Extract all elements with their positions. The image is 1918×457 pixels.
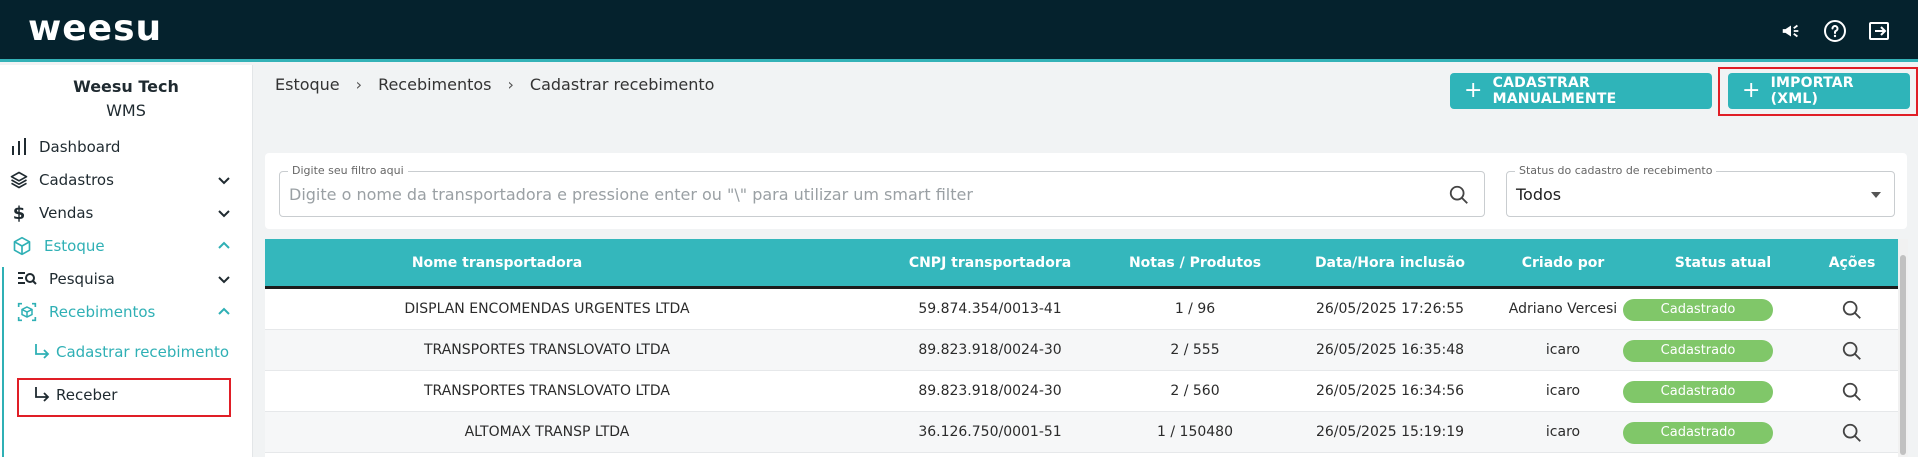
box-icon: [12, 236, 32, 256]
chevron-down-icon[interactable]: [217, 206, 231, 220]
table-scrollbar[interactable]: [1898, 239, 1908, 457]
search-icon[interactable]: [1841, 422, 1863, 444]
scrollbar-thumb[interactable]: [1900, 255, 1906, 455]
table-row[interactable]: DISPLAN ENCOMENDAS URGENTES LTDA 59.874.…: [265, 289, 1902, 330]
recebimentos-table: Nome transportadora CNPJ transportadora …: [265, 239, 1902, 457]
status-badge: Cadastrado: [1623, 299, 1773, 321]
logout-icon[interactable]: [1866, 18, 1892, 44]
search-list-icon: [17, 269, 37, 289]
layers-icon: [9, 170, 29, 190]
cell-nome: TRANSPORTES TRANSLOVATO LTDA: [423, 342, 670, 358]
cell-cnpj: 89.823.918/0024-30: [918, 342, 1062, 358]
breadcrumb-item-estoque[interactable]: Estoque: [275, 75, 340, 94]
search-placeholder: Digite o nome da transportadora e pressi…: [289, 185, 973, 204]
caret-down-icon: [1871, 192, 1881, 198]
search-input[interactable]: Digite seu filtro aqui Digite o nome da …: [279, 164, 1485, 217]
status-select-label: Status do cadastro de recebimento: [1515, 164, 1717, 177]
sidebar-item-cadastrar-recebimento[interactable]: Cadastrar recebimento: [0, 332, 253, 372]
cell-cnpj: 59.874.354/0013-41: [918, 301, 1062, 317]
cell-cnpj: 36.126.750/0001-51: [918, 424, 1062, 440]
column-header[interactable]: Nome transportadora: [363, 255, 631, 271]
column-header: Ações: [1828, 255, 1876, 271]
sidebar-item-label: Pesquisa: [49, 270, 115, 288]
plus-icon: +: [1464, 78, 1483, 103]
dollar-icon: $: [12, 202, 26, 224]
megaphone-icon[interactable]: [1778, 18, 1804, 44]
cell-cnpj: 89.823.918/0024-30: [918, 383, 1062, 399]
top-bar: weesu: [0, 0, 1918, 62]
highlight-importar-xml: [1718, 67, 1918, 116]
button-label: CADASTRAR MANUALMENTE: [1492, 75, 1617, 107]
company-info: Weesu Tech WMS: [0, 65, 252, 123]
search-icon[interactable]: [1841, 299, 1863, 321]
arrow-turn-icon: [32, 342, 52, 362]
chevron-up-icon[interactable]: [217, 239, 231, 253]
breadcrumb-item-recebimentos[interactable]: Recebimentos: [378, 75, 491, 94]
receive-box-icon: [17, 302, 37, 322]
search-input-label: Digite seu filtro aqui: [288, 164, 408, 177]
cell-nome: ALTOMAX TRANSP LTDA: [464, 424, 630, 440]
sidebar-item-label: Dashboard: [39, 138, 121, 156]
table-header: Nome transportadora CNPJ transportadora …: [265, 239, 1902, 289]
sidebar-item-label: Cadastrar recebimento: [56, 343, 230, 361]
top-actions: [1778, 18, 1892, 44]
cell-nome: TRANSPORTES TRANSLOVATO LTDA: [423, 383, 670, 399]
filter-card: Digite seu filtro aqui Digite o nome da …: [265, 153, 1907, 229]
breadcrumb: Estoque › Recebimentos › Cadastrar receb…: [275, 75, 714, 94]
search-icon[interactable]: [1841, 381, 1863, 403]
highlight-cadastrar-recebimento: [17, 378, 231, 417]
status-select[interactable]: Status do cadastro de recebimento Todos: [1506, 164, 1895, 217]
sidebar-item-label: Recebimentos: [49, 303, 156, 321]
search-icon[interactable]: [1448, 184, 1470, 206]
status-badge: Cadastrado: [1623, 340, 1773, 362]
status-badge: Cadastrado: [1623, 381, 1773, 403]
breadcrumb-item-current: Cadastrar recebimento: [529, 75, 715, 94]
table-row[interactable]: TRANSPORTES TRANSLOVATO LTDA 89.823.918/…: [265, 371, 1902, 412]
search-icon[interactable]: [1841, 340, 1863, 362]
bar-chart-icon: [9, 137, 29, 157]
cell-nome: DISPLAN ENCOMENDAS URGENTES LTDA: [404, 301, 690, 317]
column-header[interactable]: CNPJ transportadora: [865, 255, 1115, 271]
sidebar-item-label: Estoque: [44, 237, 105, 255]
weesu-logo[interactable]: weesu: [28, 8, 162, 49]
chevron-down-icon[interactable]: [217, 272, 231, 286]
table-row[interactable]: ALTOMAX TRANSP LTDA 36.126.750/0001-51 1…: [265, 412, 1902, 453]
table-row[interactable]: TRANSPORTES TRANSLOVATO LTDA 89.823.918/…: [265, 330, 1902, 371]
status-select-value: Todos: [1516, 185, 1562, 204]
status-badge: Cadastrado: [1623, 422, 1773, 444]
chevron-right-icon: ›: [507, 75, 514, 94]
sidebar-item-label: Cadastros: [39, 171, 114, 189]
chevron-down-icon[interactable]: [217, 173, 231, 187]
column-header[interactable]: Status atual: [1638, 255, 1808, 271]
chevron-right-icon: ›: [355, 75, 363, 94]
chevron-up-icon[interactable]: [217, 305, 231, 319]
sidebar-item-recebimentos[interactable]: Recebimentos: [0, 292, 253, 332]
sidebar-item-label: Vendas: [39, 204, 94, 222]
cadastrar-manualmente-button[interactable]: + CADASTRAR MANUALMENTE: [1450, 73, 1712, 109]
company-name: Weesu Tech: [73, 77, 179, 96]
help-icon[interactable]: [1822, 18, 1848, 44]
product-name: WMS: [106, 101, 146, 120]
